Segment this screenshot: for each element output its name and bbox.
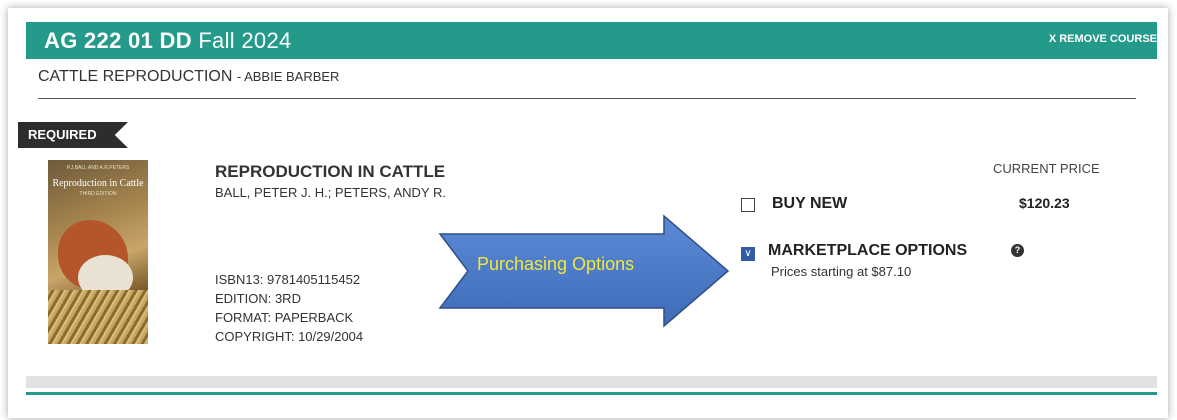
book-cover-image: P.J.BALL AND A.R.PETERS Reproduction in … <box>48 160 148 344</box>
footer-accent-line <box>26 392 1157 395</box>
chevron-down-icon: ∨ <box>744 248 752 259</box>
book-details: ISBN13: 9781405115452 EDITION: 3RD FORMA… <box>215 270 363 346</box>
course-title: CATTLE REPRODUCTION - ABBIE BARBER <box>38 68 340 85</box>
cover-edition: THIRD EDITION <box>79 191 117 197</box>
book-title: REPRODUCTION IN CATTLE <box>215 162 446 181</box>
buy-new-label[interactable]: BUY NEW <box>772 195 847 213</box>
course-term: Fall 2024 <box>198 28 292 53</box>
current-price-label: CURRENT PRICE <box>993 161 1100 176</box>
course-header: AG 222 01 DD Fall 2024 X REMOVE COURSE <box>26 22 1157 59</box>
course-instructor: - ABBIE BARBER <box>236 69 340 84</box>
marketplace-options-label[interactable]: MARKETPLACE OPTIONS <box>768 242 967 260</box>
book-copyright: COPYRIGHT: 10/29/2004 <box>215 329 364 344</box>
footer-bar <box>26 376 1157 388</box>
marketplace-price-note: Prices starting at $87.10 <box>771 264 912 279</box>
remove-course-link[interactable]: X REMOVE COURSE <box>1049 33 1157 45</box>
book-edition: EDITION: 3RD <box>215 291 301 306</box>
book-isbn: ISBN13: 9781405115452 <box>215 272 361 287</box>
buy-new-price: $120.23 <box>1019 195 1070 211</box>
cover-authors: P.J.BALL AND A.R.PETERS <box>66 165 130 171</box>
book-authors: BALL, PETER J. H.; PETERS, ANDY R. <box>215 185 446 200</box>
required-badge: REQUIRED <box>18 122 128 148</box>
divider <box>38 98 1136 99</box>
help-icon[interactable]: ? <box>1011 244 1024 257</box>
book-format: FORMAT: PAPERBACK <box>215 310 354 325</box>
marketplace-checkbox[interactable]: ∨ <box>741 247 755 261</box>
arrow-label: Purchasing Options <box>477 254 635 274</box>
course-code: AG 222 01 DD Fall 2024 <box>44 28 292 53</box>
cover-straw <box>48 290 148 344</box>
cover-title: Reproduction in Cattle <box>52 178 144 189</box>
buy-new-checkbox[interactable] <box>741 198 755 212</box>
